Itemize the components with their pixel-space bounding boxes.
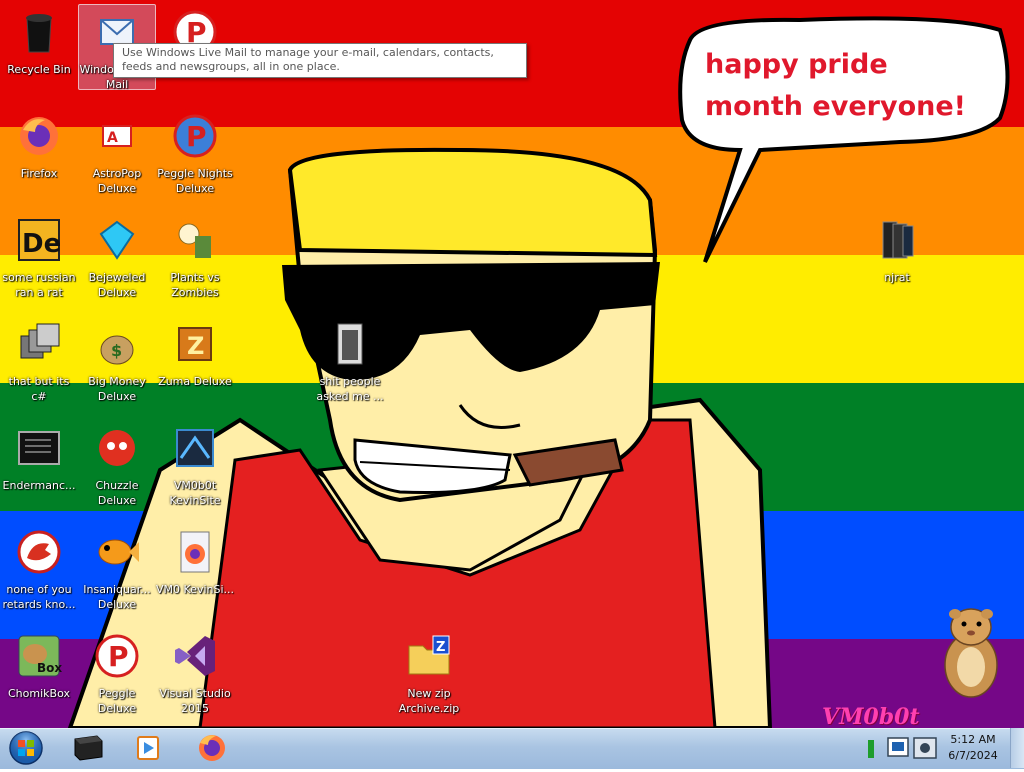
desktop-icon-label: Zuma Deluxe	[158, 375, 232, 388]
bejeweled-icon	[99, 220, 135, 260]
recycle-bin-icon	[26, 14, 52, 53]
taskbar-app-icon[interactable]	[62, 731, 114, 765]
svg-text:Z: Z	[187, 332, 204, 360]
desktop-icon-peggle-deluxe[interactable]: P Peggle Deluxe	[78, 632, 156, 716]
chuzzle-icon	[99, 430, 135, 466]
svg-text:P: P	[186, 120, 207, 153]
desktop-icon-visual-studio[interactable]: Visual Studio 2015	[156, 632, 234, 716]
desktop-icon-label: Firefox	[20, 167, 58, 180]
chomikbox-icon: Box	[18, 635, 62, 677]
money-bag-icon: $	[100, 335, 134, 365]
speech-bubble-text: happy pride month everyone!	[705, 49, 966, 122]
desktop-icon-label: Plants vs Zombies	[170, 271, 220, 299]
desktop-icon-label: njrat	[884, 271, 910, 284]
desktop-icon-stacked-windows[interactable]: that but its c#	[0, 320, 78, 404]
desktop-icon-label: New zip Archive.zip	[398, 687, 460, 715]
desktop-icon-label: AstroPop Deluxe	[92, 167, 142, 195]
stacked-windows-icon	[20, 323, 60, 359]
desktop-icon-label: Big Money Deluxe	[88, 375, 146, 403]
taskbar-firefox-icon[interactable]	[186, 731, 238, 765]
desktop-icon-label: Chuzzle Deluxe	[95, 479, 139, 507]
desktop-icon-label: Insaniquar... Deluxe	[83, 583, 151, 611]
zip-folder-icon: Z	[408, 635, 450, 675]
desktop-icon-de[interactable]: De some russian ran a rat	[0, 216, 78, 300]
desktop-icon-astropop[interactable]: A AstroPop Deluxe	[78, 112, 156, 196]
peggle-deluxe-icon: P	[95, 634, 139, 678]
visual-studio-icon	[175, 636, 215, 676]
svg-text:Z: Z	[436, 640, 445, 655]
firefox-file-icon	[180, 531, 210, 573]
desktop-icon-zuma[interactable]: Z Zuma Deluxe	[156, 320, 234, 389]
desktop-icon-firefox-file[interactable]: VM0 KevinSi...	[156, 528, 234, 597]
desktop-icon-red-dino[interactable]: none of you retards kno...	[0, 528, 78, 612]
svg-text:De: De	[22, 229, 61, 259]
desktop-icon-goldfish[interactable]: Insaniquar... Deluxe	[78, 528, 156, 612]
desktop-icon-label: that but its c#	[8, 375, 70, 403]
desktop-icon-label: Peggle Nights Deluxe	[157, 167, 233, 195]
firefox-icon	[20, 117, 58, 155]
peggle-nights-icon: P	[173, 114, 217, 158]
svg-text:$: $	[111, 341, 122, 360]
tooltip-windows-live-mail: Use Windows Live Mail to manage your e-m…	[113, 43, 527, 78]
terminal-icon	[18, 431, 60, 465]
desktop-icon-folder-file[interactable]: shit people asked me ...	[311, 320, 389, 404]
watermark-text: VM0b0t	[822, 704, 920, 730]
hamster-gadget[interactable]	[935, 605, 1005, 701]
clock-date: 6/7/2024	[948, 749, 998, 762]
clock-time: 5:12 AM	[950, 733, 996, 746]
desktop-icon-recycle-bin[interactable]: Recycle Bin	[0, 8, 78, 77]
astropop-icon: A	[102, 125, 132, 147]
vm-icon	[176, 429, 214, 467]
desktop-icon-firefox[interactable]: Firefox	[0, 112, 78, 181]
svg-text:P: P	[108, 640, 129, 673]
desktop-icon-label: ChomikBox	[8, 687, 70, 700]
desktop-icon-terminal[interactable]: Endermanc...	[0, 424, 78, 493]
show-desktop-button[interactable]	[1010, 728, 1024, 768]
desktop-icon-money-bag[interactable]: $ Big Money Deluxe	[78, 320, 156, 404]
desktop-icon-label: VM0b0t KevinSite	[169, 479, 221, 507]
desktop-icon-label: shit people asked me ...	[316, 375, 384, 403]
goldfish-icon	[98, 539, 139, 565]
desktop-icon-label: Peggle Deluxe	[97, 687, 137, 715]
taskbar-clock[interactable]: 5:12 AM 6/7/2024	[942, 732, 1004, 764]
svg-text:A: A	[107, 130, 118, 146]
desktop-icon-njrat[interactable]: njrat	[858, 216, 936, 285]
de-icon: De	[18, 219, 61, 261]
desktop-icon-label: Bejeweled Deluxe	[88, 271, 146, 299]
plants-vs-zombies-icon	[178, 223, 211, 258]
zuma-icon: Z	[178, 327, 212, 361]
desktop-icon-plants-vs-zombies[interactable]: Plants vs Zombies	[156, 216, 234, 300]
system-tray	[864, 728, 942, 768]
desktop-icon-label: Endermanc...	[2, 479, 76, 492]
desktop-icon-peggle-nights[interactable]: P Peggle Nights Deluxe	[156, 112, 234, 196]
desktop-icon-label: VM0 KevinSi...	[156, 583, 235, 596]
folder-file-icon	[337, 323, 363, 365]
red-dino-icon	[17, 530, 61, 574]
tray-icons[interactable]	[864, 728, 942, 768]
desktop-icon-chuzzle[interactable]: Chuzzle Deluxe	[78, 424, 156, 508]
desktop-icon-bejeweled[interactable]: Bejeweled Deluxe	[78, 216, 156, 300]
njrat-icon	[882, 221, 914, 259]
desktop-icon-label: Recycle Bin	[7, 63, 71, 76]
taskbar-media-player-icon[interactable]	[122, 731, 174, 765]
tray-status-icon[interactable]	[868, 740, 874, 758]
start-button[interactable]	[5, 730, 47, 766]
desktop-icon-zip-folder[interactable]: Z New zip Archive.zip	[390, 632, 468, 716]
desktop-icon-label: Visual Studio 2015	[159, 687, 231, 715]
desktop-icon-vm[interactable]: VM0b0t KevinSite	[156, 424, 234, 508]
desktop-icon-label: some russian ran a rat	[2, 271, 76, 299]
desktop-icon-chomikbox[interactable]: Box ChomikBox	[0, 632, 78, 701]
desktop-icon-label: none of you retards kno...	[2, 583, 76, 611]
svg-text:Box: Box	[37, 661, 62, 675]
